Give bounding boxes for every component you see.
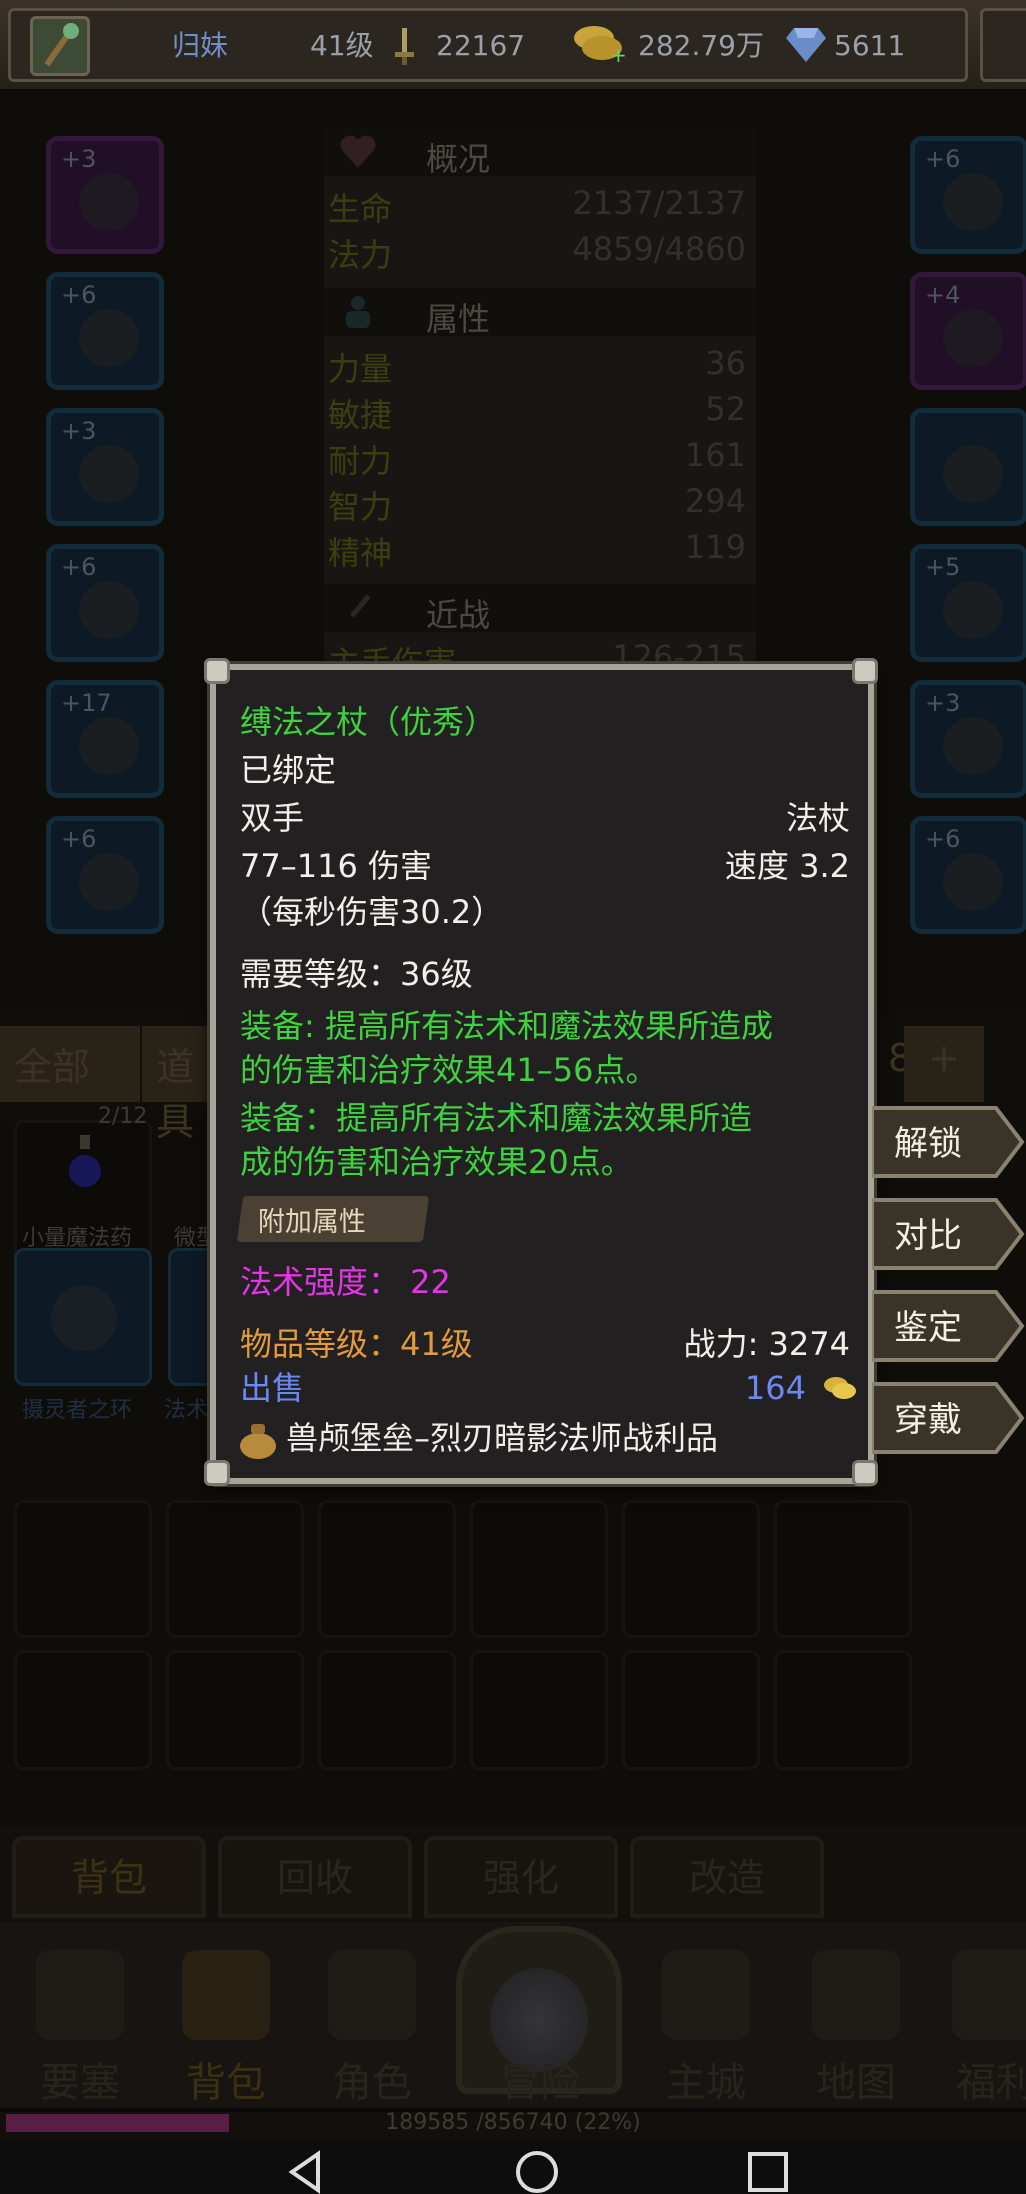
required-level: 需要等级：36级 [240,955,473,993]
item-source: 兽颅堡垒–烈刃暗影法师战利品 [286,1419,719,1457]
button-label: 解锁 [894,1124,962,1164]
combat-power-value: 22167 [436,29,526,62]
svg-text:+: + [610,43,627,66]
loot-bag-icon [240,1424,276,1459]
equip-effect-2-cont: 成的伤害和治疗效果20点。 [240,1143,633,1181]
dps: （每秒伤害30.2） [240,893,504,931]
player-level: 41级 [310,29,374,62]
item-name: 缚法之杖（优秀） [240,703,497,741]
tooltip-corner [852,1460,878,1486]
system-navigation-bar [0,2138,1026,2194]
tooltip-corner [204,1460,230,1486]
equip-effect-2: 装备：提高所有法术和魔法效果所造 [240,1099,753,1137]
home-icon[interactable] [514,2150,560,2194]
sell-price: 164 [744,1369,806,1407]
back-icon[interactable] [284,2150,328,2194]
equip-button[interactable]: 穿戴 [872,1380,1026,1456]
player-name: 归妹 [172,29,229,62]
tooltip-corner [204,658,230,684]
item-combat-power: 战力: 3274 [683,1325,850,1363]
button-label: 对比 [894,1216,962,1256]
button-label: 鉴定 [894,1308,962,1348]
equip-effect-1: 装备: 提高所有法术和魔法效果所造成 [240,1007,773,1045]
item-tooltip: 缚法之杖（优秀） 已绑定 双手 法杖 77–116 伤害 速度 3.2 （每秒伤… [210,664,874,1484]
button-label: 穿戴 [894,1400,962,1440]
extra-attributes-label: 附加属性 [257,1207,366,1238]
player-avatar[interactable] [30,16,90,76]
gold-coin-icon [824,1377,856,1399]
spell-power: 法术强度： 22 [240,1263,451,1301]
extra-attributes-tag: 附加属性 [236,1196,430,1242]
hand-type: 双手 [240,799,305,837]
experience-text: 189585 /856740 (22%) [385,2110,641,2135]
sell-label: 出售 [240,1369,305,1407]
bind-status: 已绑定 [240,751,337,789]
gem-value: 5611 [834,29,906,62]
gold-value: 282.79万 [638,29,764,62]
diamond-icon [786,28,826,62]
tooltip-corner [852,658,878,684]
staff-icon [44,23,79,67]
weapon-type: 法杖 [785,799,850,837]
power-sword-icon [395,28,414,65]
gold-coins-icon: + [574,26,627,66]
damage-range: 77–116 伤害 [240,847,432,885]
experience-bar: 189585 /856740 (22%) [0,2108,1026,2138]
compare-button[interactable]: 对比 [872,1196,1026,1272]
recents-icon[interactable] [746,2150,790,2194]
item-level: 物品等级：41级 [240,1325,473,1363]
menu-tab-edge[interactable] [980,8,1026,82]
identify-button[interactable]: 鉴定 [872,1288,1026,1364]
attack-speed: 速度 3.2 [724,847,850,885]
unlock-button[interactable]: 解锁 [872,1104,1026,1180]
equip-effect-1-cont: 的伤害和治疗效果41–56点。 [240,1051,658,1089]
